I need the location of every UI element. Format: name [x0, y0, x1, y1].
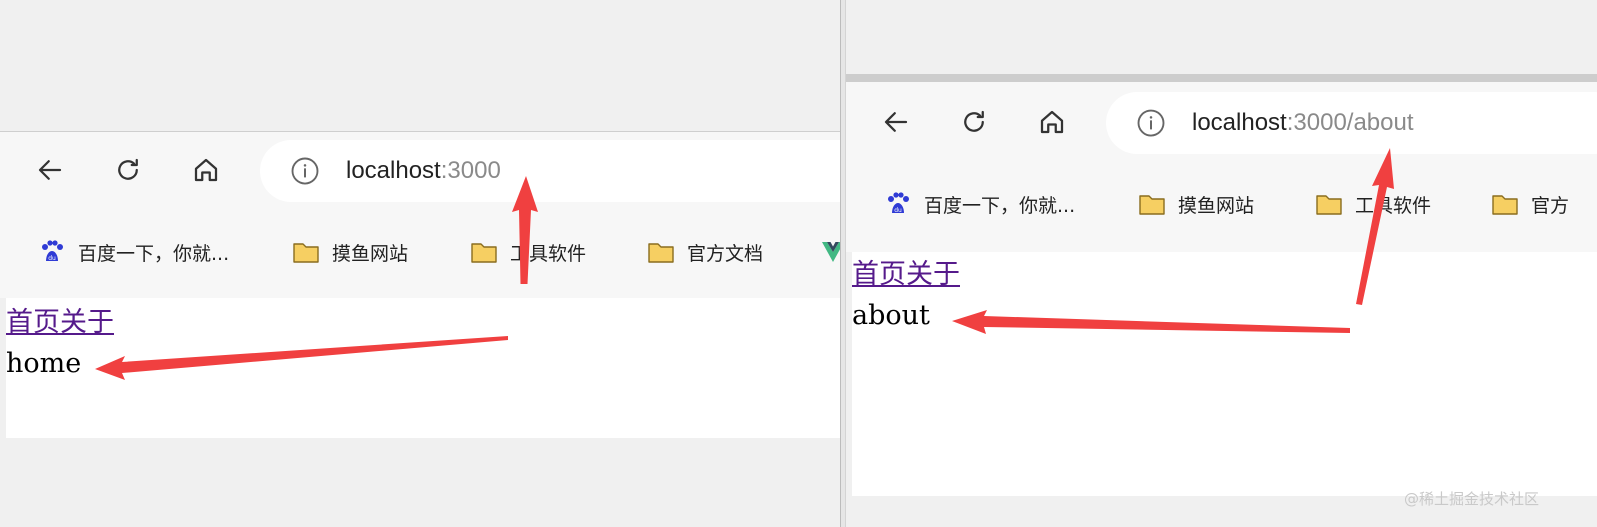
folder-icon	[293, 243, 319, 263]
router-links: 首页关于	[6, 305, 114, 341]
bookmark-label: 工具软件	[1355, 194, 1432, 217]
browser-toolbar: localhost:3000/about du 百度一下，你就... 摸鱼网站 …	[846, 74, 1597, 252]
folder-icon	[1316, 195, 1342, 215]
url-host: localhost	[346, 157, 441, 184]
home-icon	[1040, 110, 1064, 134]
svg-text:du: du	[894, 207, 902, 214]
bookmark-label: 摸鱼网站	[1178, 194, 1255, 217]
bookmark-label: 官方文档	[687, 242, 764, 265]
bookmark-label: 百度一下，你就...	[78, 242, 230, 265]
folder-icon	[1139, 195, 1165, 215]
home-button[interactable]	[184, 148, 228, 192]
link-about[interactable]: 关于	[906, 259, 960, 290]
router-links: 首页关于	[852, 257, 960, 293]
bookmark-folder-moyu[interactable]: 摸鱼网站	[292, 234, 408, 270]
url-path: :3000	[440, 157, 501, 184]
url-path: :3000/about	[1286, 109, 1414, 136]
page-content: 首页关于 home	[6, 298, 840, 438]
bookmark-folder-docs[interactable]: 官方	[1491, 186, 1569, 222]
reload-button[interactable]	[106, 148, 150, 192]
info-icon[interactable]	[290, 156, 320, 186]
link-about[interactable]: 关于	[60, 307, 114, 338]
browser-toolbar: localhost:3000 du 百度一下，你就... 摸鱼网站 工具软件 官…	[0, 131, 840, 298]
reload-icon	[118, 158, 138, 180]
bookmark-label: 百度一下，你就...	[924, 194, 1076, 217]
home-button[interactable]	[1030, 100, 1074, 144]
folder-icon	[648, 243, 674, 263]
back-button[interactable]	[28, 148, 72, 192]
bookmark-folder-docs[interactable]: 官方文档	[647, 234, 763, 270]
info-icon[interactable]	[1136, 108, 1166, 138]
bookmark-baidu[interactable]: du 百度一下，你就...	[884, 186, 1075, 222]
router-view-text: about	[852, 300, 930, 331]
bookmark-folder-tools[interactable]: 工具软件	[1315, 186, 1431, 222]
baidu-icon: du	[888, 192, 909, 214]
folder-icon	[471, 243, 497, 263]
bookmark-label: 官方	[1531, 194, 1570, 217]
back-button[interactable]	[874, 100, 918, 144]
bookmark-baidu[interactable]: du 百度一下，你就...	[38, 234, 229, 270]
bookmark-folder-moyu[interactable]: 摸鱼网站	[1138, 186, 1254, 222]
bookmark-folder-tools[interactable]: 工具软件	[470, 234, 586, 270]
router-view-text: home	[6, 348, 82, 379]
folder-icon	[1492, 195, 1518, 215]
url-host: localhost	[1192, 109, 1287, 136]
baidu-icon: du	[42, 240, 63, 262]
arrow-left-icon	[884, 112, 908, 132]
address-bar[interactable]: localhost:3000	[260, 140, 840, 202]
watermark-text: @稀土掘金技术社区	[1404, 490, 1540, 508]
home-icon	[194, 158, 218, 182]
arrow-left-icon	[38, 160, 62, 180]
address-url: localhost:3000	[346, 140, 501, 202]
bookmark-label: 摸鱼网站	[332, 242, 409, 265]
right-browser-window: localhost:3000/about du 百度一下，你就... 摸鱼网站 …	[846, 0, 1597, 527]
page-content: 首页关于 about	[852, 252, 1597, 496]
reload-button[interactable]	[952, 100, 996, 144]
address-bar[interactable]: localhost:3000/about	[1106, 92, 1597, 154]
address-url: localhost:3000/about	[1192, 92, 1414, 154]
link-home[interactable]: 首页	[6, 307, 60, 338]
svg-text:du: du	[48, 255, 56, 262]
bookmark-label: 工具软件	[510, 242, 587, 265]
link-home[interactable]: 首页	[852, 259, 906, 290]
vue-icon[interactable]	[822, 240, 840, 264]
reload-icon	[964, 110, 984, 132]
left-browser-window: localhost:3000 du 百度一下，你就... 摸鱼网站 工具软件 官…	[0, 0, 840, 527]
